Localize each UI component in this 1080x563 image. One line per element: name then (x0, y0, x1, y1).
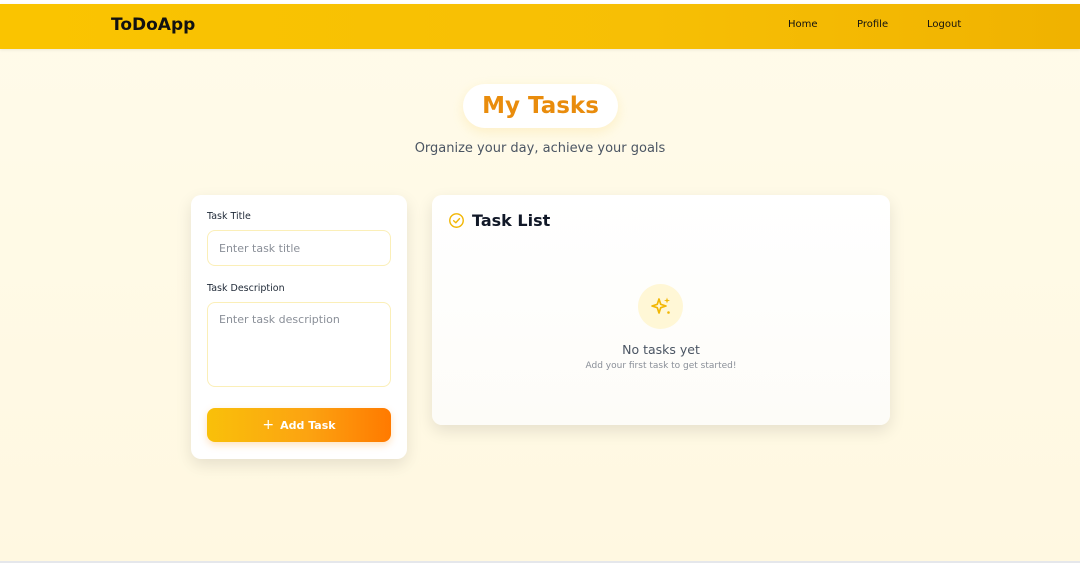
task-description-label: Task Description (207, 283, 285, 294)
nav-logout-link[interactable]: Logout (927, 19, 961, 30)
empty-state-icon-badge (638, 284, 683, 329)
page-title-pill: My Tasks (463, 84, 618, 128)
page-title: My Tasks (482, 93, 599, 119)
task-list-header: Task List (448, 211, 550, 230)
app-page: ToDoApp Home Profile Logout My Tasks Org… (0, 0, 1080, 563)
add-task-button-label: Add Task (280, 418, 336, 432)
empty-state-subtitle: Add your first task to get started! (585, 361, 737, 371)
task-title-input[interactable] (207, 230, 391, 266)
task-list-panel: Task List No tasks yet Add your first ta… (432, 195, 890, 425)
empty-state-title: No tasks yet (622, 342, 700, 357)
check-circle-icon (449, 213, 464, 228)
page-subtitle: Organize your day, achieve your goals (414, 141, 666, 156)
plus-icon: + (262, 417, 275, 433)
add-task-button[interactable]: + Add Task (207, 408, 391, 442)
task-title-label: Task Title (207, 211, 251, 222)
nav-profile-link[interactable]: Profile (857, 19, 888, 30)
navbar: ToDoApp Home Profile Logout (0, 4, 1080, 49)
add-task-form: Task Title Task Description + Add Task (191, 195, 407, 459)
sparkles-icon (650, 297, 670, 314)
nav-home-link[interactable]: Home (788, 19, 818, 30)
task-description-input[interactable] (207, 302, 391, 387)
task-list-title: Task List (472, 211, 551, 230)
brand-logo[interactable]: ToDoApp (111, 15, 195, 35)
